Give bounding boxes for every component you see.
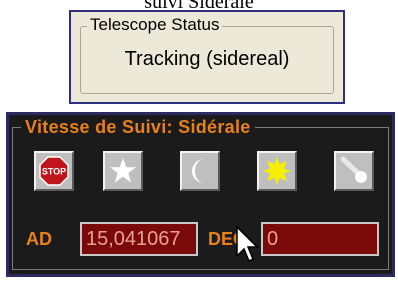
mouse-pointer-icon bbox=[236, 226, 259, 263]
comet-tracking-button[interactable] bbox=[334, 151, 374, 191]
telescope-status-group: Telescope Status Tracking (sidereal) bbox=[80, 15, 334, 94]
tracking-speed-group: Vitesse de Suivi: Sidérale STOP AD 15,04… bbox=[12, 116, 389, 270]
tracking-speed-title: Vitesse de Suivi: Sidérale bbox=[21, 116, 255, 138]
moon-icon bbox=[192, 159, 204, 183]
stop-sign-text: STOP bbox=[42, 167, 66, 177]
solar-tracking-button[interactable] bbox=[257, 151, 297, 191]
stop-tracking-button[interactable]: STOP bbox=[34, 151, 74, 191]
sidereal-tracking-button[interactable] bbox=[103, 151, 143, 191]
telescope-status-title: Telescope Status bbox=[87, 15, 223, 35]
telescope-status-value: Tracking (sidereal) bbox=[124, 48, 290, 70]
sun-icon bbox=[263, 157, 291, 185]
ra-label: AD bbox=[26, 229, 52, 249]
comet-icon bbox=[340, 156, 367, 183]
telescope-status-panel: Telescope Status Tracking (sidereal) bbox=[69, 10, 345, 104]
dec-field[interactable]: 0 bbox=[261, 222, 379, 256]
tracking-speed-panel: Vitesse de Suivi: Sidérale STOP AD 15,04… bbox=[6, 112, 395, 277]
stop-sign-icon: STOP bbox=[39, 156, 69, 186]
star-icon bbox=[110, 158, 136, 183]
ra-field[interactable]: 15,041067 bbox=[80, 222, 198, 256]
lunar-tracking-button[interactable] bbox=[180, 151, 220, 191]
